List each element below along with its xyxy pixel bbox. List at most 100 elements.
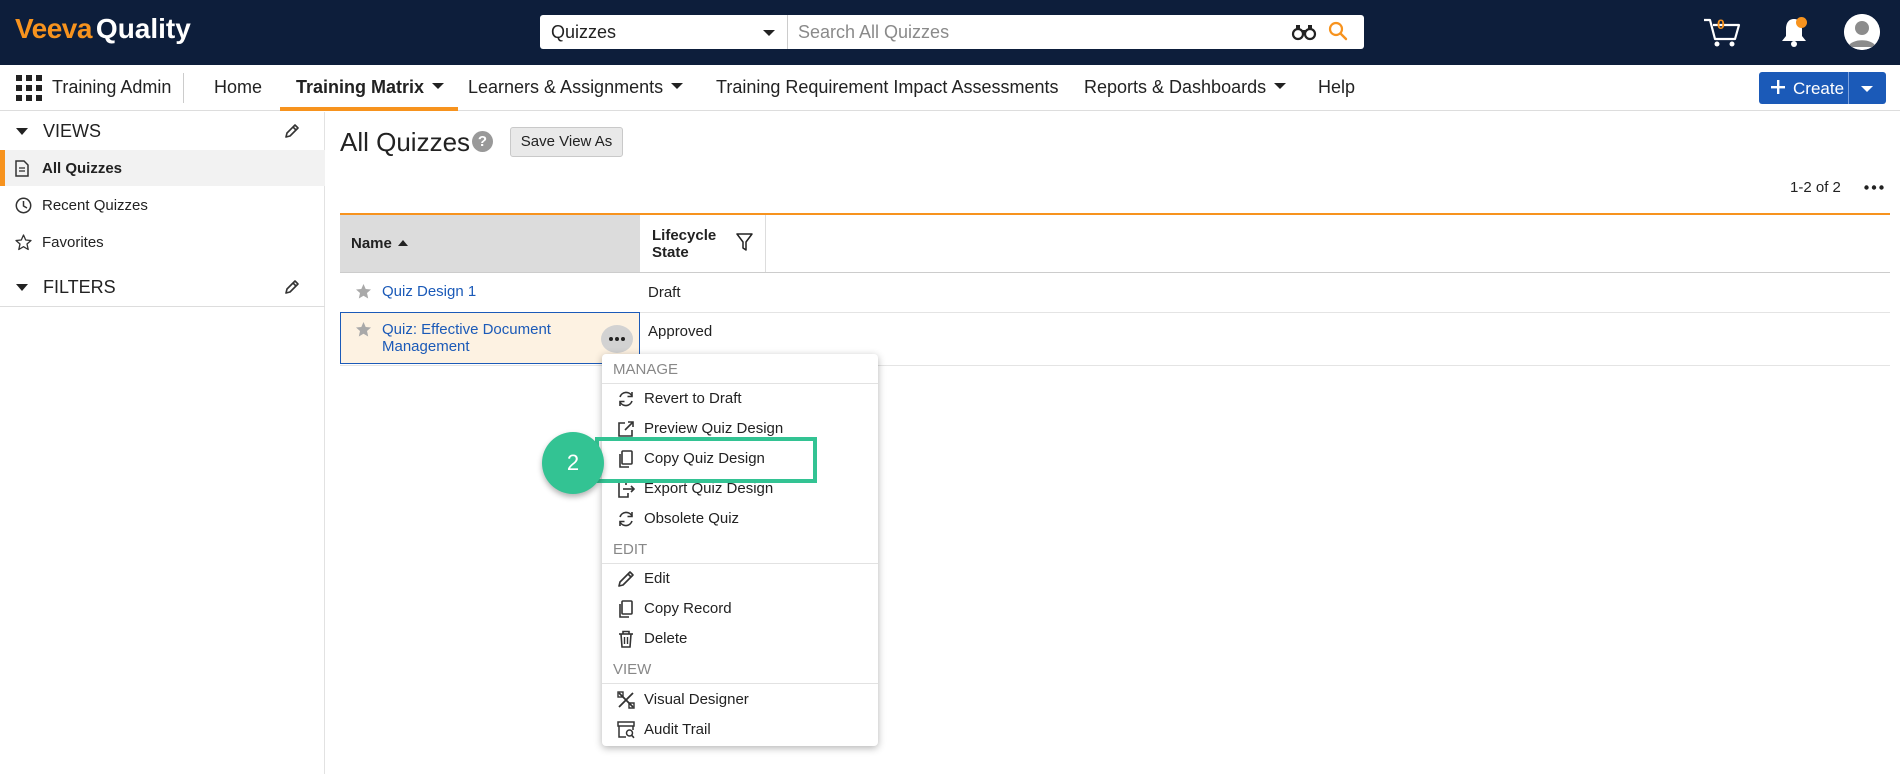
help-icon[interactable]: ?: [472, 131, 493, 152]
designer-icon: [617, 691, 635, 709]
lifecycle-state-value: Approved: [648, 323, 713, 340]
edit-views-pencil-icon[interactable]: [284, 123, 300, 139]
top-bar: Veeva Quality Quizzes Search All Quizzes…: [0, 0, 1900, 65]
row-actions-button[interactable]: [601, 325, 633, 353]
nav-tab-label: Reports & Dashboards: [1084, 77, 1267, 97]
create-button-label: Create: [1793, 79, 1845, 98]
table-row: Quiz Design 1 Draft: [340, 273, 1890, 312]
menu-item-obsolete-quiz[interactable]: Obsolete Quiz: [602, 504, 878, 534]
nav-tab-label: Training Requirement Impact Assessments: [716, 77, 1059, 97]
collapse-triangle-icon: [16, 128, 28, 135]
refresh-icon: [617, 390, 635, 408]
nav-tab-training-matrix[interactable]: Training Matrix: [280, 65, 459, 111]
plus-icon: [1771, 80, 1785, 94]
views-section-header[interactable]: VIEWS: [0, 112, 325, 148]
filters-section-header[interactable]: FILTERS: [0, 268, 325, 304]
filter-funnel-icon[interactable]: [736, 233, 753, 252]
menu-item-delete[interactable]: Delete: [602, 624, 878, 654]
chevron-down-icon: [763, 30, 775, 36]
menu-group-divider: [602, 683, 878, 684]
menu-item-revert-to-draft[interactable]: Revert to Draft: [602, 384, 878, 414]
search-icon[interactable]: [1328, 21, 1348, 41]
views-title: VIEWS: [43, 121, 102, 141]
nav-tab-label: Learners & Assignments: [468, 77, 664, 97]
external-link-icon: [617, 420, 635, 438]
menu-item-label: Delete: [644, 630, 688, 647]
column-header-lifecycle-state[interactable]: Lifecycle State: [640, 215, 766, 272]
menu-item-label: Visual Designer: [644, 691, 749, 708]
page-title: All Quizzes: [340, 127, 471, 157]
edit-filters-pencil-icon[interactable]: [284, 279, 300, 295]
menu-item-edit[interactable]: Edit: [602, 564, 878, 594]
trash-icon: [617, 630, 635, 648]
sidebar-item-favorites[interactable]: Favorites: [0, 224, 325, 260]
nav-tab-reports-dashboards[interactable]: Reports & Dashboards: [1084, 65, 1287, 111]
sidebar-item-all-quizzes[interactable]: All Quizzes: [0, 150, 325, 186]
sidebar-item-label: Favorites: [42, 234, 104, 251]
favorite-star-icon[interactable]: [355, 283, 372, 300]
menu-item-visual-designer[interactable]: Visual Designer: [602, 685, 878, 715]
document-icon: [15, 160, 29, 177]
table-row: Quiz: Effective Document Management Appr…: [340, 313, 1890, 365]
chevron-down-icon: [1274, 83, 1287, 90]
menu-item-copy-record[interactable]: Copy Record: [602, 594, 878, 624]
refresh-icon: [617, 510, 635, 528]
search-box: [788, 15, 1364, 49]
app-name[interactable]: Training Admin: [52, 77, 171, 98]
pencil-icon: [617, 570, 635, 588]
menu-group-title: VIEW: [613, 661, 652, 678]
save-view-as-button[interactable]: Save View As: [510, 127, 623, 157]
nav-tab-home[interactable]: Home: [214, 65, 262, 111]
callout-step-badge: 2: [542, 432, 604, 494]
logo-product: Quality: [95, 13, 191, 44]
star-icon: [15, 234, 32, 251]
create-split-divider: [1848, 72, 1849, 104]
sidebar-divider: [0, 306, 325, 307]
menu-group-title: MANAGE: [613, 361, 679, 378]
clock-icon: [15, 197, 32, 214]
sort-ascending-icon: [397, 240, 408, 246]
chevron-down-icon: [671, 83, 684, 90]
quiz-name-link[interactable]: Quiz Design 1: [382, 283, 476, 300]
copy-icon: [617, 600, 635, 618]
cart-count-badge: 0: [1717, 16, 1725, 32]
favorite-star-icon[interactable]: [355, 321, 372, 338]
lifecycle-state-value: Draft: [648, 284, 681, 301]
filters-title: FILTERS: [43, 277, 116, 297]
create-menu-chevron-icon[interactable]: [1861, 86, 1873, 92]
app-grid-icon[interactable]: [16, 75, 42, 101]
search-input[interactable]: [798, 19, 1278, 45]
menu-item-label: Audit Trail: [644, 721, 711, 738]
sidebar-item-recent-quizzes[interactable]: Recent Quizzes: [0, 187, 325, 223]
result-count: 1-2 of 2: [1790, 179, 1841, 196]
nav-tab-learners-assignments[interactable]: Learners & Assignments: [468, 65, 684, 111]
quiz-name-link[interactable]: Quiz: Effective Document Management: [382, 321, 592, 355]
sidebar-item-label: Recent Quizzes: [42, 197, 148, 214]
nav-tab-training-requirement-impact-assessments[interactable]: Training Requirement Impact Assessments: [716, 65, 1058, 111]
nav-divider: [183, 73, 184, 103]
create-button[interactable]: Create: [1759, 72, 1886, 104]
column-header-label: Name: [351, 235, 392, 252]
search-scope-select[interactable]: Quizzes: [540, 15, 788, 49]
binoculars-icon[interactable]: [1291, 23, 1317, 41]
user-avatar[interactable]: [1844, 14, 1880, 50]
audit-icon: [617, 721, 635, 739]
veeva-quality-logo[interactable]: Veeva Quality: [15, 13, 191, 49]
logo-brand: Veeva: [15, 13, 92, 44]
row-divider: [340, 365, 1890, 366]
menu-item-label: Edit: [644, 570, 670, 587]
menu-group-title: EDIT: [613, 541, 648, 558]
menu-item-audit-trail[interactable]: Audit Trail: [602, 715, 878, 745]
sidebar: VIEWS All Quizzes Recent Quizzes Favorit…: [0, 112, 325, 774]
callout-highlight-box: [595, 437, 817, 483]
nav-tab-label: Training Matrix: [296, 77, 425, 97]
collapse-triangle-icon: [16, 284, 28, 291]
sidebar-item-label: All Quizzes: [42, 160, 123, 177]
notification-dot: [1796, 17, 1807, 28]
nav-tab-help[interactable]: Help: [1318, 65, 1355, 111]
row-actions-menu: MANAGE Revert to Draft Preview Quiz Desi…: [602, 354, 878, 746]
menu-item-label: Preview Quiz Design: [644, 420, 784, 437]
menu-item-label: Revert to Draft: [644, 390, 742, 407]
more-actions-icon[interactable]: [1864, 185, 1884, 190]
column-header-name[interactable]: Name: [340, 215, 640, 272]
